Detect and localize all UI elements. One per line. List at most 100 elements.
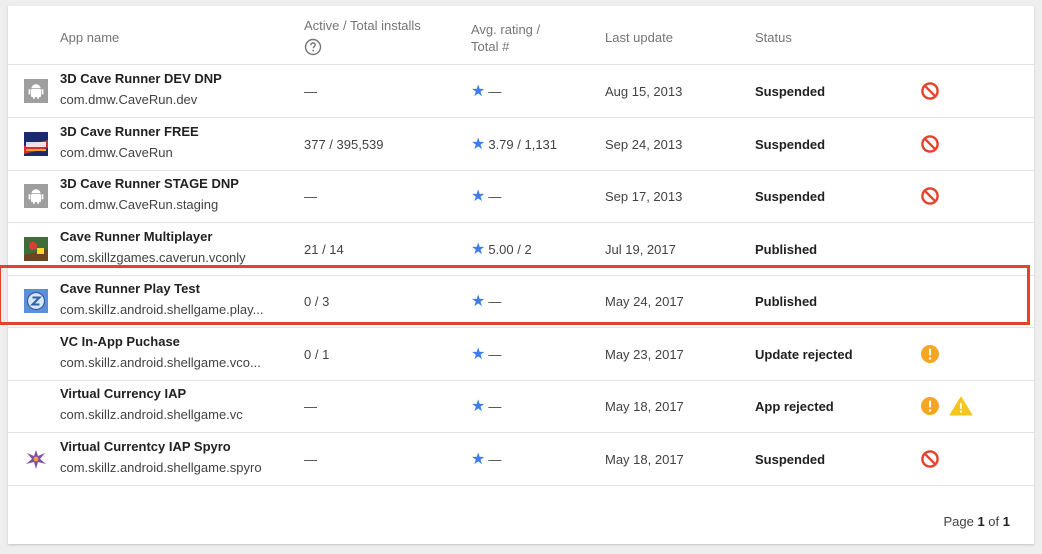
app-name[interactable]: 3D Cave Runner DEV DNP <box>60 70 288 87</box>
table-row[interactable]: 3D Cave Runner FREE com.dmw.CaveRun 377 / … <box>8 118 1034 171</box>
app-name[interactable]: Virtual Currentcy IAP Spyro <box>60 438 288 455</box>
package-name: com.skillz.android.shellgame.play... <box>60 302 264 317</box>
dragon-app-icon <box>24 446 48 471</box>
package-name: com.dmw.CaveRun.dev <box>60 92 198 107</box>
table-row[interactable]: Virtual Currentcy IAP Spyro com.skillz.an… <box>8 433 1034 486</box>
app-name[interactable]: Cave Runner Multiplayer <box>60 228 288 245</box>
status-icons <box>920 396 982 416</box>
installs-value: — <box>304 399 317 414</box>
app-name[interactable]: Virtual Currency IAP <box>60 385 288 402</box>
blocked-icon[interactable] <box>920 134 940 154</box>
table-footer: Page 1 of 1 <box>8 494 1034 544</box>
last-update-value: May 18, 2017 <box>605 451 684 467</box>
app-name[interactable]: 3D Cave Runner FREE <box>60 123 288 140</box>
package-name: com.skillz.android.shellgame.spyro <box>60 459 262 475</box>
rating-cell: ★ — <box>471 188 501 205</box>
installs-value: 0 / 3 <box>304 294 330 309</box>
rating-cell: ★ — <box>471 398 501 415</box>
table-row[interactable]: 3D Cave Runner DEV DNP com.dmw.CaveRun.de… <box>8 65 1034 118</box>
installs-value: — <box>304 189 317 204</box>
rating-value: — <box>488 294 502 309</box>
header-rating-line1: Avg. rating / <box>471 22 541 37</box>
status-label: Update rejected <box>755 346 853 362</box>
blocked-icon[interactable] <box>920 449 940 469</box>
status-icons <box>920 186 949 206</box>
rating-cell: ★ — <box>471 346 501 363</box>
last-update-value: May 23, 2017 <box>605 346 684 362</box>
rating-cell: ★ 5.00 / 2 <box>471 241 532 258</box>
star-icon: ★ <box>471 83 486 100</box>
rating-value: — <box>488 189 502 204</box>
header-status[interactable]: Status <box>755 29 792 46</box>
status-label: Published <box>755 241 818 257</box>
package-name: com.dmw.CaveRun.staging <box>60 197 219 212</box>
header-rating[interactable]: Avg. rating / Total # <box>471 21 540 55</box>
status-icons <box>920 134 949 154</box>
star-icon: ★ <box>471 450 486 468</box>
installs-value: 377 / 395,539 <box>304 136 384 152</box>
table-row[interactable]: Cave Runner Multiplayer com.skillzgames.c… <box>8 223 1034 276</box>
status-label: Suspended <box>755 136 826 152</box>
apps-table-card: App name Active / Total installs Avg. ra… <box>8 6 1034 544</box>
pagination-prefix: Page <box>943 514 974 529</box>
android-icon <box>24 184 48 208</box>
pagination: Page 1 of 1 <box>943 514 1010 529</box>
alert-circle-icon[interactable] <box>920 396 940 416</box>
status-label: App rejected <box>755 399 834 414</box>
installs-value: — <box>304 451 317 467</box>
pagination-total: 1 <box>1002 514 1010 529</box>
last-update-value: Sep 24, 2013 <box>605 136 683 152</box>
installs-value: — <box>304 84 317 99</box>
rating-cell: ★ 3.79 / 1,131 <box>471 136 557 153</box>
table-row[interactable]: 3D Cave Runner STAGE DNP com.dmw.CaveRun.… <box>8 170 1034 223</box>
star-icon: ★ <box>471 398 486 415</box>
table-row[interactable]: VC In-App Puchase com.skillz.android.shel… <box>8 328 1034 381</box>
rating-value: — <box>488 84 502 99</box>
header-rating-line2: Total # <box>471 39 510 54</box>
table-row[interactable]: Cave Runner Play Test com.skillz.android.… <box>8 275 1034 328</box>
installs-value: 0 / 1 <box>304 346 330 362</box>
rating-value: — <box>488 346 502 362</box>
warning-triangle-icon[interactable] <box>949 396 973 416</box>
header-app-name[interactable]: App name <box>60 29 119 46</box>
installs-value: 21 / 14 <box>304 241 344 257</box>
skillz-app-icon <box>24 289 48 313</box>
blocked-icon[interactable] <box>920 81 940 101</box>
status-icons <box>920 449 949 469</box>
rating-value: 3.79 / 1,131 <box>488 136 558 152</box>
package-name: com.dmw.CaveRun <box>60 144 173 160</box>
rating-value: — <box>488 399 502 414</box>
last-update-value: May 18, 2017 <box>605 399 684 414</box>
android-icon <box>24 79 48 103</box>
status-icons <box>920 344 949 364</box>
last-update-value: Aug 15, 2013 <box>605 84 683 99</box>
package-name: com.skillz.android.shellgame.vco... <box>60 354 261 370</box>
help-icon[interactable] <box>304 38 322 56</box>
pagination-separator: of <box>988 514 1000 529</box>
package-name: com.skillzgames.caverun.vconly <box>60 249 246 265</box>
status-label: Suspended <box>755 84 826 99</box>
last-update-value: May 24, 2017 <box>605 294 684 309</box>
header-last-update[interactable]: Last update <box>605 29 673 46</box>
rating-cell: ★ — <box>471 83 501 100</box>
star-icon: ★ <box>471 188 486 205</box>
app-name[interactable]: VC In-App Puchase <box>60 333 288 350</box>
multiplayer-app-icon <box>24 236 48 261</box>
last-update-value: Sep 17, 2013 <box>605 189 683 204</box>
status-label: Published <box>755 294 818 309</box>
rating-cell: ★ — <box>471 293 501 310</box>
table-row[interactable]: Virtual Currency IAP com.skillz.android.s… <box>8 380 1034 433</box>
header-installs-label: Active / Total installs <box>304 18 421 33</box>
star-icon: ★ <box>471 135 486 153</box>
app-name[interactable]: Cave Runner Play Test <box>60 280 288 297</box>
status-label: Suspended <box>755 451 826 467</box>
star-icon: ★ <box>471 345 486 363</box>
status-label: Suspended <box>755 189 826 204</box>
rating-cell: ★ — <box>471 451 501 468</box>
rating-value: 5.00 / 2 <box>488 241 532 257</box>
app-name[interactable]: 3D Cave Runner STAGE DNP <box>60 175 288 192</box>
blocked-icon[interactable] <box>920 186 940 206</box>
cave-runner-app-icon <box>24 131 48 156</box>
header-installs[interactable]: Active / Total installs <box>304 17 421 60</box>
alert-circle-icon[interactable] <box>920 344 940 364</box>
